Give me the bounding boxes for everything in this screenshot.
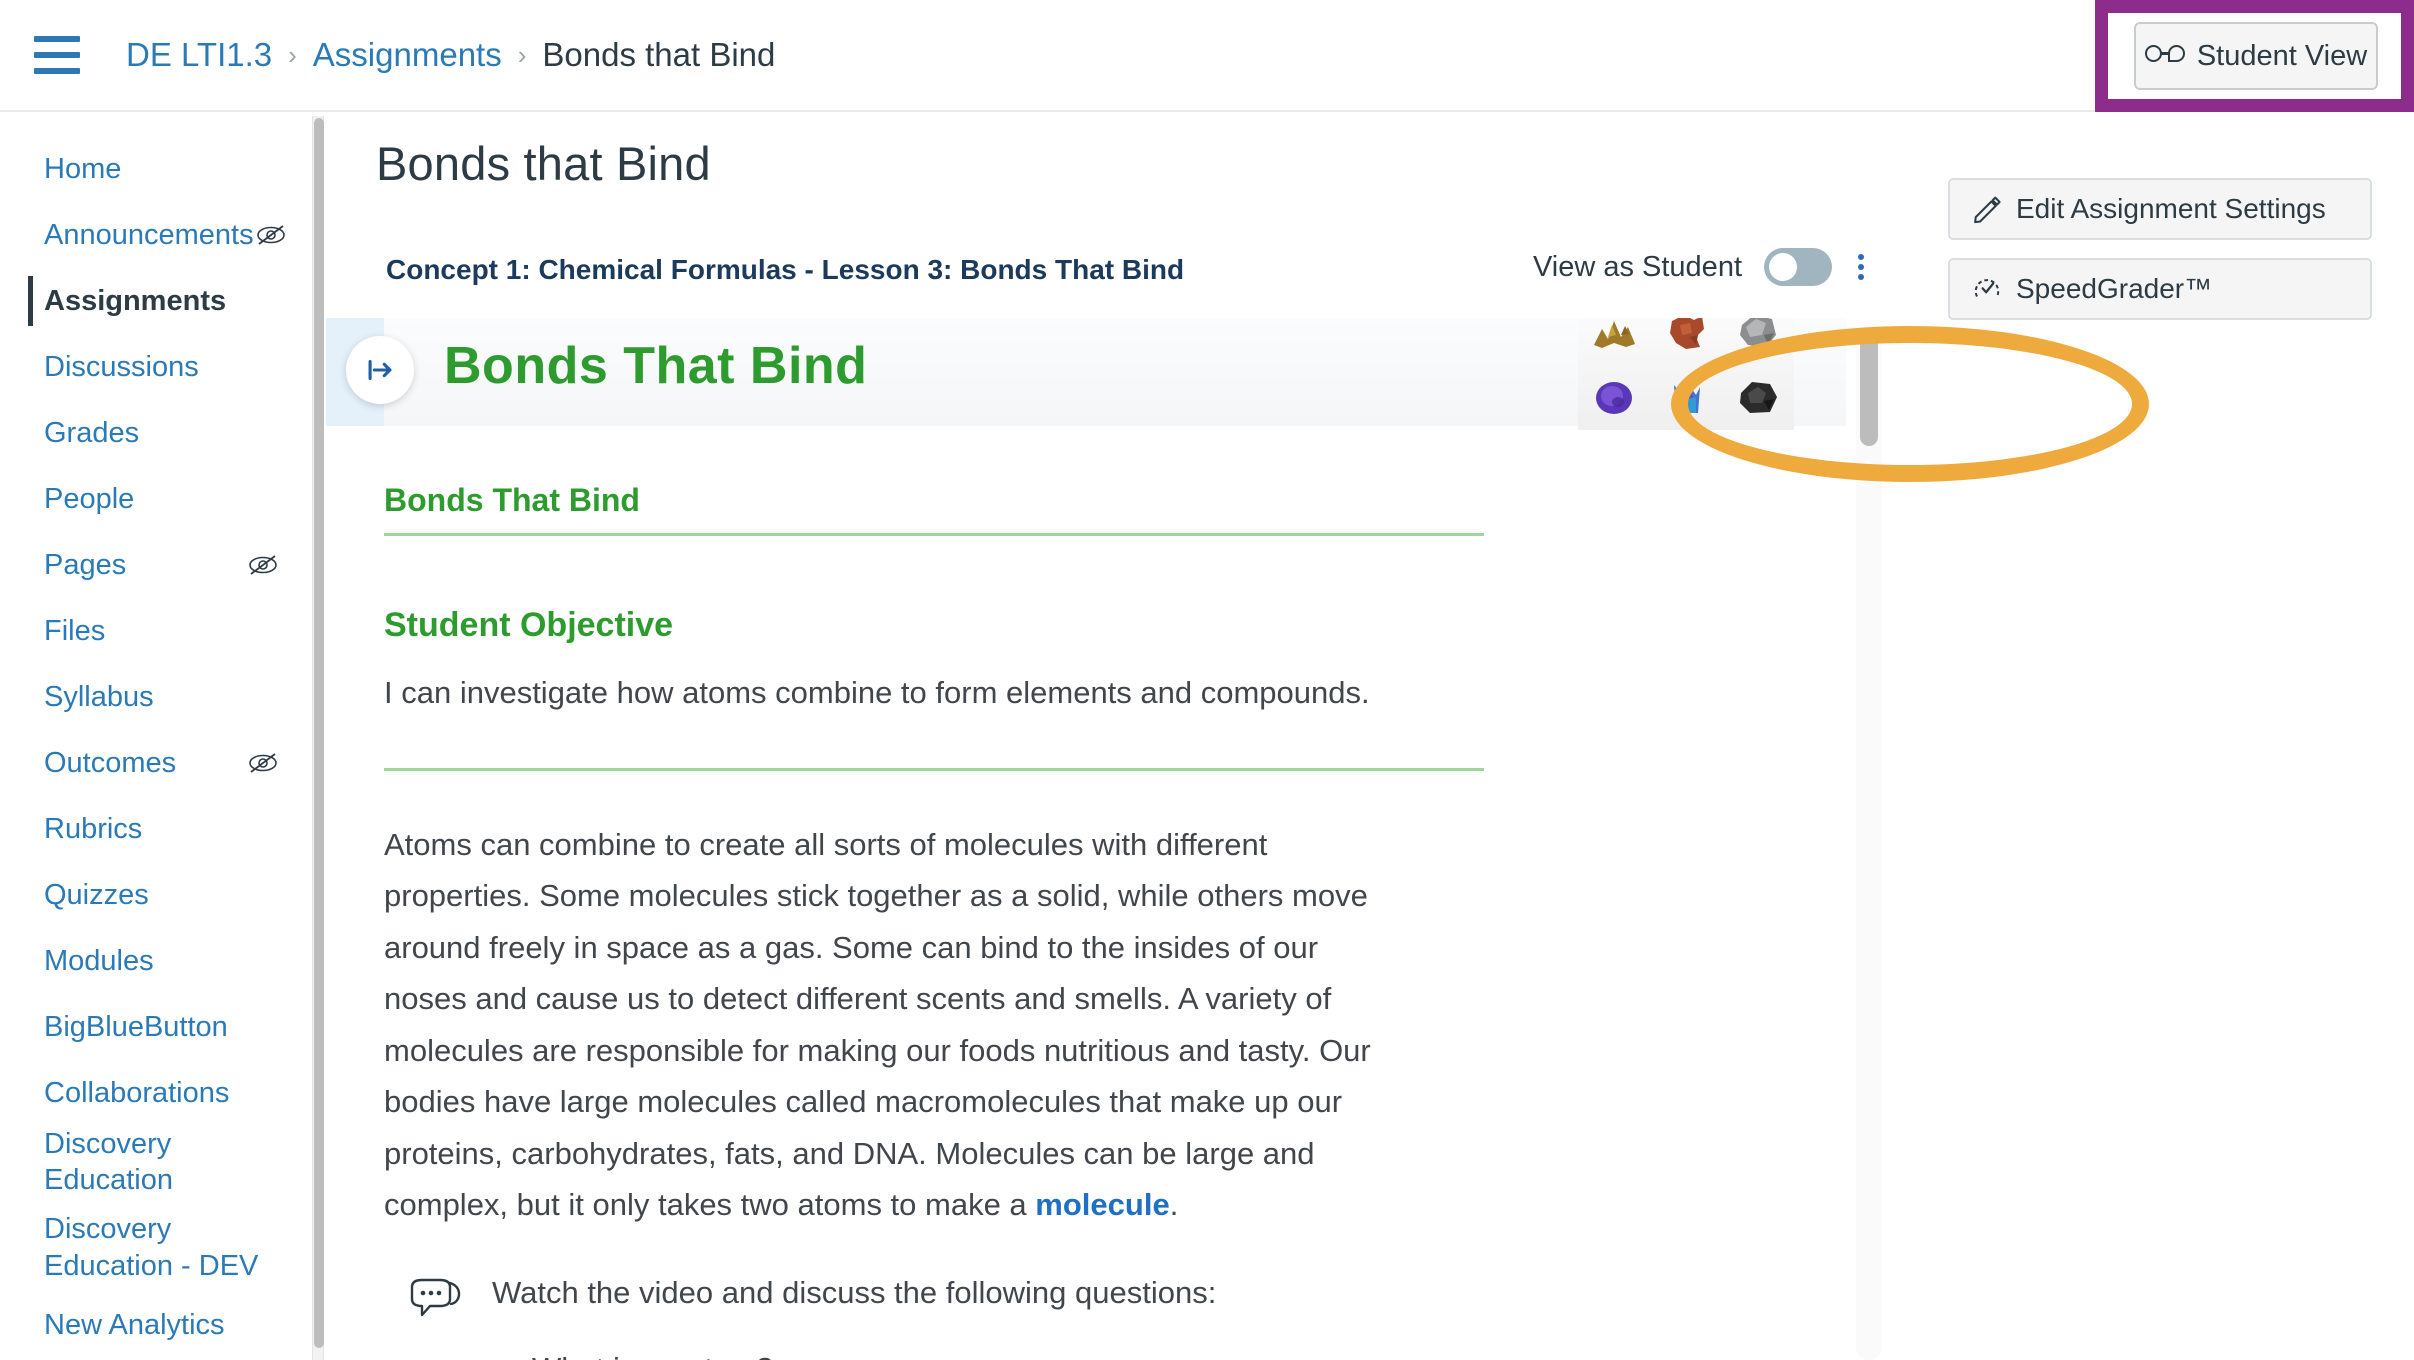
lesson-body-paragraph: Atoms can combine to create all sorts of… [384, 771, 1404, 1231]
lti-tool-panel: Concept 1: Chemical Formulas - Lesson 3:… [326, 222, 1886, 1360]
sidebar-item-label: Announcements [44, 218, 254, 251]
sidebar-scrollbar-thumb[interactable] [314, 118, 324, 1348]
body-text-after-link: . [1169, 1187, 1179, 1223]
top-bar: DE LTI1.3 › Assignments › Bonds that Bin… [0, 0, 2414, 112]
student-objective-text: I can investigate how atoms combine to f… [384, 675, 1370, 710]
coal-graphite-specimen-icon [1740, 382, 1777, 413]
sidebar-item-label: Syllabus [44, 680, 154, 713]
sidebar-item-new-analytics[interactable]: New Analytics [0, 1293, 310, 1359]
lesson-document: Bonds That Bind Student Objective I can … [384, 426, 1784, 1360]
mineral-specimen-grid [1578, 318, 1794, 430]
sidebar-item-label: Files [44, 614, 106, 647]
lesson-section-heading: Bonds That Bind [384, 482, 640, 518]
sidebar-item-assignments[interactable]: Assignments [0, 268, 310, 334]
sidebar-item-discovery-education-dev[interactable]: Discovery Education - DEV [0, 1199, 310, 1293]
student-objective-heading: Student Objective [384, 606, 674, 644]
sidebar-item-label: Modules [44, 944, 154, 977]
sidebar-item-people[interactable]: People [0, 466, 310, 532]
breadcrumb-current: Bonds that Bind [542, 36, 776, 73]
speedgrader-button[interactable]: SpeedGrader™ [1948, 258, 2372, 320]
breadcrumb-separator-icon: › [517, 39, 527, 70]
gold-dendrite-specimen-icon [1594, 321, 1635, 348]
speedgrader-label: SpeedGrader™ [2016, 273, 2213, 304]
molecule-link[interactable]: molecule [1035, 1187, 1169, 1222]
list-item: What is an atom? [532, 1351, 1784, 1360]
main-content: Bonds that Bind Edit Assignment Settings… [326, 114, 2414, 1360]
sidebar-item-label: Discovery Education - DEV [44, 1213, 259, 1282]
sidebar-item-label: Discussions [44, 350, 199, 383]
lti-lesson-title: Concept 1: Chemical Formulas - Lesson 3:… [386, 254, 1185, 285]
sidebar-item-label: Rubrics [44, 812, 143, 845]
sidebar-item-label: Discovery Education [44, 1128, 173, 1197]
sidebar-item-files[interactable]: Files [0, 598, 310, 664]
sidebar-item-announcements[interactable]: Announcements [0, 202, 310, 268]
discussion-prompt-row: Watch the video and discuss the followin… [384, 1231, 1784, 1325]
sidebar-item-label: Pages [44, 548, 127, 581]
sidebar-item-outcomes[interactable]: Outcomes [0, 730, 310, 796]
lesson-hero-title: Bonds That Bind [444, 337, 868, 395]
breadcrumb: DE LTI1.3 › Assignments › Bonds that Bin… [126, 36, 775, 74]
lti-header-tools: View as Student [1533, 248, 1868, 286]
discussion-prompt-text: Watch the video and discuss the followin… [492, 1274, 1217, 1310]
glasses-icon [2144, 45, 2185, 67]
student-view-label: Student View [2196, 39, 2368, 72]
sidebar-item-discovery-education[interactable]: Discovery Education [0, 1126, 310, 1199]
sidebar-scrollbar[interactable] [312, 116, 324, 1360]
sidebar-item-syllabus[interactable]: Syllabus [0, 664, 310, 730]
copper-specimen-icon [1670, 318, 1704, 349]
sidebar-item-label: Collaborations [44, 1076, 230, 1109]
sidebar-item-label: Grades [44, 416, 140, 449]
sidebar-item-label: People [44, 482, 135, 515]
canvas-assignment-page: DE LTI1.3 › Assignments › Bonds that Bin… [0, 0, 2414, 1360]
sidebar-item-bigbluebutton[interactable]: BigBlueButton [0, 994, 310, 1060]
sidebar-item-label: New Analytics [44, 1309, 225, 1342]
sidebar-item-pages[interactable]: Pages [0, 532, 310, 598]
lti-content-scrollbar[interactable] [1856, 326, 1882, 1360]
more-options-icon[interactable] [1854, 250, 1868, 284]
hidden-eye-icon [249, 555, 277, 575]
sidebar-item-collaborations[interactable]: Collaborations [0, 1060, 310, 1126]
gauge-icon [1974, 279, 2000, 297]
expand-right-icon [368, 359, 392, 381]
sidebar-item-label: Home [44, 152, 122, 185]
lti-scrollbar-thumb[interactable] [1860, 334, 1878, 446]
body-text-before-link: Atoms can combine to create all sorts of… [384, 826, 1371, 1223]
hidden-eye-icon [256, 225, 285, 245]
breadcrumb-course-link[interactable]: DE LTI1.3 [126, 36, 272, 74]
toggle-knob [1769, 253, 1797, 281]
expand-panel-button[interactable] [346, 336, 414, 404]
sidebar-item-discussions[interactable]: Discussions [0, 334, 310, 400]
sidebar-item-home[interactable]: Home [0, 136, 310, 202]
sidebar-item-modules[interactable]: Modules [0, 928, 310, 994]
sidebar-item-label: Assignments [44, 284, 227, 317]
discussion-questions-list: What is an atom? [384, 1325, 1784, 1360]
sidebar-item-grades[interactable]: Grades [0, 400, 310, 466]
lti-content-frame: Bonds That Bind Bonds That Bind Student … [326, 318, 1846, 1360]
page-title: Bonds that Bind [376, 137, 711, 190]
sidebar-item-label: Outcomes [44, 746, 177, 779]
purple-fluorite-specimen-icon [1596, 382, 1632, 414]
sidebar-item-label: Quizzes [44, 878, 149, 911]
silver-metal-specimen-icon [1740, 318, 1776, 347]
breadcrumb-assignments-link[interactable]: Assignments [313, 36, 502, 74]
sidebar-item-label: BigBlueButton [44, 1010, 228, 1043]
sidebar-item-quizzes[interactable]: Quizzes [0, 862, 310, 928]
sidebar-item-rubrics[interactable]: Rubrics [0, 796, 310, 862]
edit-assignment-settings-button[interactable]: Edit Assignment Settings [1948, 178, 2372, 240]
course-nav-sidebar: Home Announcements Assignments Discussio… [0, 114, 310, 1360]
breadcrumb-separator-icon: › [288, 39, 297, 70]
hidden-eye-icon [249, 753, 277, 773]
lti-tool-header: Concept 1: Chemical Formulas - Lesson 3:… [326, 222, 1886, 318]
pencil-icon [1974, 196, 2001, 224]
view-as-student-label: View as Student [1532, 250, 1742, 283]
hamburger-icon[interactable] [34, 36, 80, 74]
speech-bubble-icon [410, 1278, 461, 1316]
edit-assignment-settings-label: Edit Assignment Settings [2016, 193, 2326, 224]
blue-crystal-specimen-icon [1674, 383, 1700, 413]
view-as-student-toggle[interactable] [1764, 248, 1832, 286]
student-view-button[interactable]: Student View [2134, 22, 2378, 90]
lesson-hero-banner: Bonds That Bind [326, 318, 1846, 430]
